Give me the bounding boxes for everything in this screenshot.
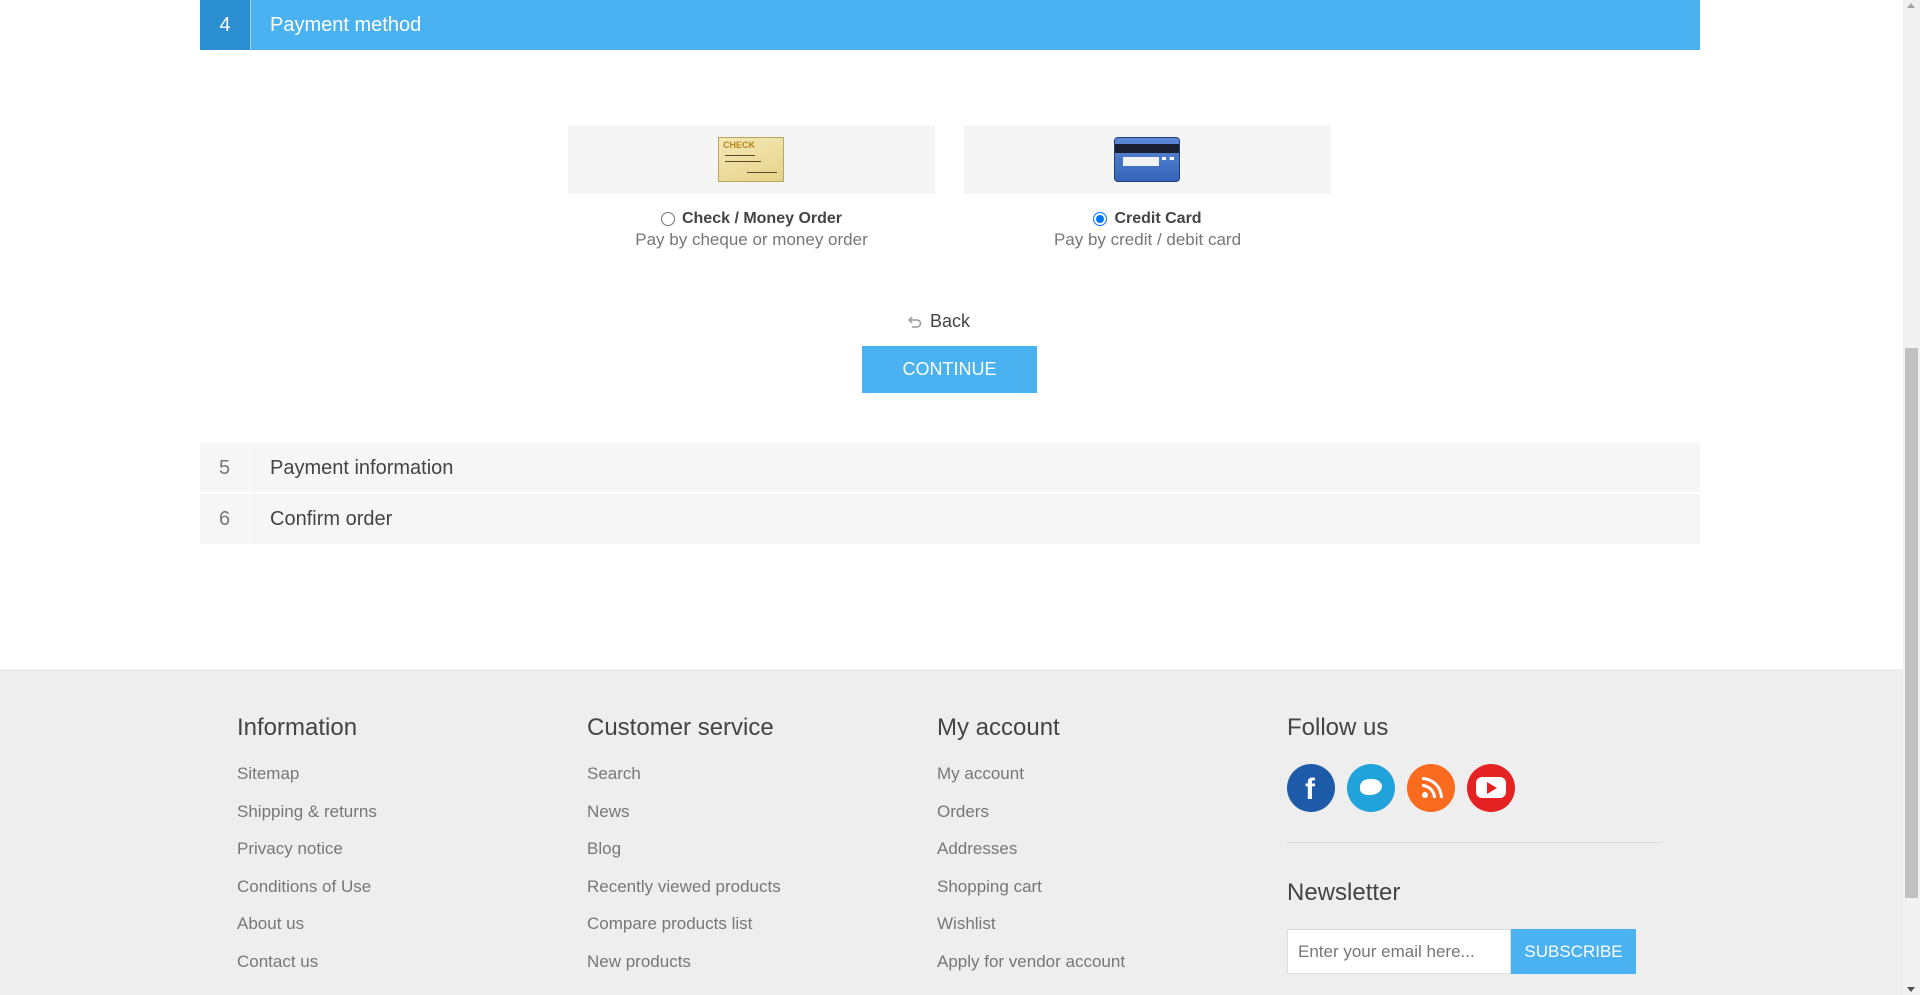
footer-follow-us: Follow us f Newsletter SUBSCRIBE bbox=[1287, 714, 1662, 974]
newsletter-email-input[interactable] bbox=[1287, 929, 1511, 974]
footer-link-privacy-notice[interactable]: Privacy notice bbox=[237, 839, 377, 877]
step-title: Confirm order bbox=[270, 508, 393, 530]
footer-link-shipping-returns[interactable]: Shipping & returns bbox=[237, 802, 377, 840]
twitter-icon[interactable] bbox=[1347, 764, 1395, 812]
footer-divider bbox=[1287, 842, 1662, 843]
payment-method-credit-card[interactable]: Credit Card Pay by credit / debit card bbox=[964, 125, 1331, 250]
payment-method-description: Pay by credit / debit card bbox=[1053, 230, 1242, 249]
continue-button[interactable]: CONTINUE bbox=[862, 346, 1037, 393]
footer-link-recently-viewed[interactable]: Recently viewed products bbox=[587, 877, 781, 915]
scroll-up-icon[interactable] bbox=[1907, 3, 1915, 8]
payment-method-image-box bbox=[964, 125, 1331, 194]
payment-method-check[interactable]: CHECK Check / Money Order Pay by cheque … bbox=[568, 125, 935, 250]
scrollbar-thumb[interactable] bbox=[1905, 348, 1918, 898]
step-number: 5 bbox=[200, 443, 250, 493]
footer-my-account: My account My account Orders Addresses S… bbox=[937, 714, 1125, 989]
footer-customer-service: Customer service Search News Blog Recent… bbox=[587, 714, 781, 989]
footer-link-blog[interactable]: Blog bbox=[587, 839, 781, 877]
footer-link-contact-us[interactable]: Contact us bbox=[237, 952, 377, 990]
credit-card-image bbox=[1114, 137, 1180, 182]
footer-heading: Customer service bbox=[587, 714, 774, 741]
back-link[interactable]: Back bbox=[908, 311, 970, 332]
check-image: CHECK bbox=[718, 137, 784, 182]
step-title: Payment method bbox=[270, 14, 422, 36]
step-confirm-order[interactable]: 6 Confirm order bbox=[200, 494, 1700, 544]
footer-link-about-us[interactable]: About us bbox=[237, 914, 377, 952]
footer-link-shopping-cart[interactable]: Shopping cart bbox=[937, 877, 1125, 915]
footer-heading: My account bbox=[937, 714, 1060, 741]
radio-check-money-order[interactable] bbox=[660, 212, 675, 226]
step-title: Payment information bbox=[270, 457, 454, 479]
step-number: 4 bbox=[200, 0, 251, 50]
facebook-icon[interactable]: f bbox=[1287, 764, 1335, 812]
newsletter-heading: Newsletter bbox=[1287, 879, 1401, 906]
step-number: 6 bbox=[200, 494, 250, 544]
subscribe-button[interactable]: SUBSCRIBE bbox=[1511, 929, 1636, 974]
social-links: f bbox=[1287, 764, 1662, 812]
scroll-down-icon[interactable] bbox=[1907, 987, 1915, 992]
footer-information: Information Sitemap Shipping & returns P… bbox=[237, 714, 377, 989]
footer-link-search[interactable]: Search bbox=[587, 764, 781, 802]
youtube-icon[interactable] bbox=[1467, 764, 1515, 812]
payment-method-image-box: CHECK bbox=[568, 125, 935, 194]
footer-link-conditions-of-use[interactable]: Conditions of Use bbox=[237, 877, 377, 915]
payment-method-description: Pay by cheque or money order bbox=[635, 230, 868, 249]
footer-link-sitemap[interactable]: Sitemap bbox=[237, 764, 377, 802]
footer-link-my-account[interactable]: My account bbox=[937, 764, 1125, 802]
newsletter-form: SUBSCRIBE bbox=[1287, 929, 1662, 974]
check-image-text: CHECK bbox=[723, 140, 756, 150]
footer-link-new-products[interactable]: New products bbox=[587, 952, 781, 990]
step-payment-information[interactable]: 5 Payment information bbox=[200, 443, 1700, 493]
footer-link-addresses[interactable]: Addresses bbox=[937, 839, 1125, 877]
payment-method-name[interactable]: Credit Card bbox=[1114, 210, 1201, 228]
payment-method-name[interactable]: Check / Money Order bbox=[682, 210, 842, 228]
footer-link-news[interactable]: News bbox=[587, 802, 781, 840]
footer: Information Sitemap Shipping & returns P… bbox=[0, 669, 1903, 995]
vertical-scrollbar[interactable] bbox=[1903, 0, 1920, 995]
back-label: Back bbox=[930, 311, 971, 331]
footer-heading: Information bbox=[237, 714, 358, 741]
footer-link-wishlist[interactable]: Wishlist bbox=[937, 914, 1125, 952]
back-arrow-icon bbox=[908, 315, 922, 328]
radio-credit-card[interactable] bbox=[1093, 212, 1108, 226]
footer-link-vendor-account[interactable]: Apply for vendor account bbox=[937, 952, 1125, 990]
footer-link-compare-products[interactable]: Compare products list bbox=[587, 914, 781, 952]
footer-link-orders[interactable]: Orders bbox=[937, 802, 1125, 840]
rss-icon[interactable] bbox=[1407, 764, 1455, 812]
step-payment-method[interactable]: 4 Payment method bbox=[200, 0, 1700, 50]
footer-heading: Follow us bbox=[1287, 714, 1389, 741]
